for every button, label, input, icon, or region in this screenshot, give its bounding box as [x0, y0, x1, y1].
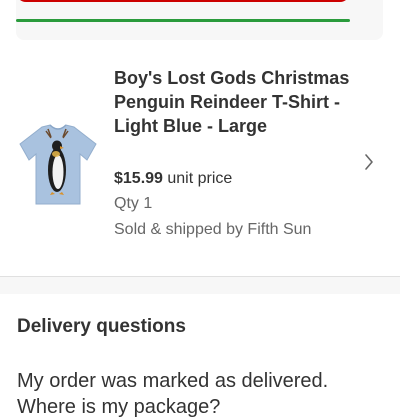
unit-price: $15.99 unit price	[114, 170, 232, 188]
seller-info: Sold & shipped by Fifth Sun	[114, 221, 312, 238]
quantity: Qty 1	[114, 195, 153, 212]
chevron-right-icon[interactable]	[362, 151, 376, 173]
price-label: unit price	[162, 170, 233, 187]
faq-item[interactable]: My order was marked as delivered. Where …	[17, 368, 387, 420]
delivery-questions-section: Delivery questions My order was marked a…	[0, 294, 400, 418]
delivery-progress-bar	[16, 19, 350, 22]
product-thumbnail	[19, 124, 97, 205]
delivery-progress-fill	[16, 19, 350, 22]
section-title: Delivery questions	[17, 316, 186, 337]
section-gap	[0, 277, 400, 294]
product-title[interactable]: Boy's Lost Gods Christmas Penguin Reinde…	[114, 66, 364, 138]
order-item-row[interactable]: Boy's Lost Gods Christmas Penguin Reinde…	[0, 50, 400, 276]
price-value: $15.99	[114, 170, 163, 187]
primary-action-button[interactable]	[16, 0, 350, 2]
